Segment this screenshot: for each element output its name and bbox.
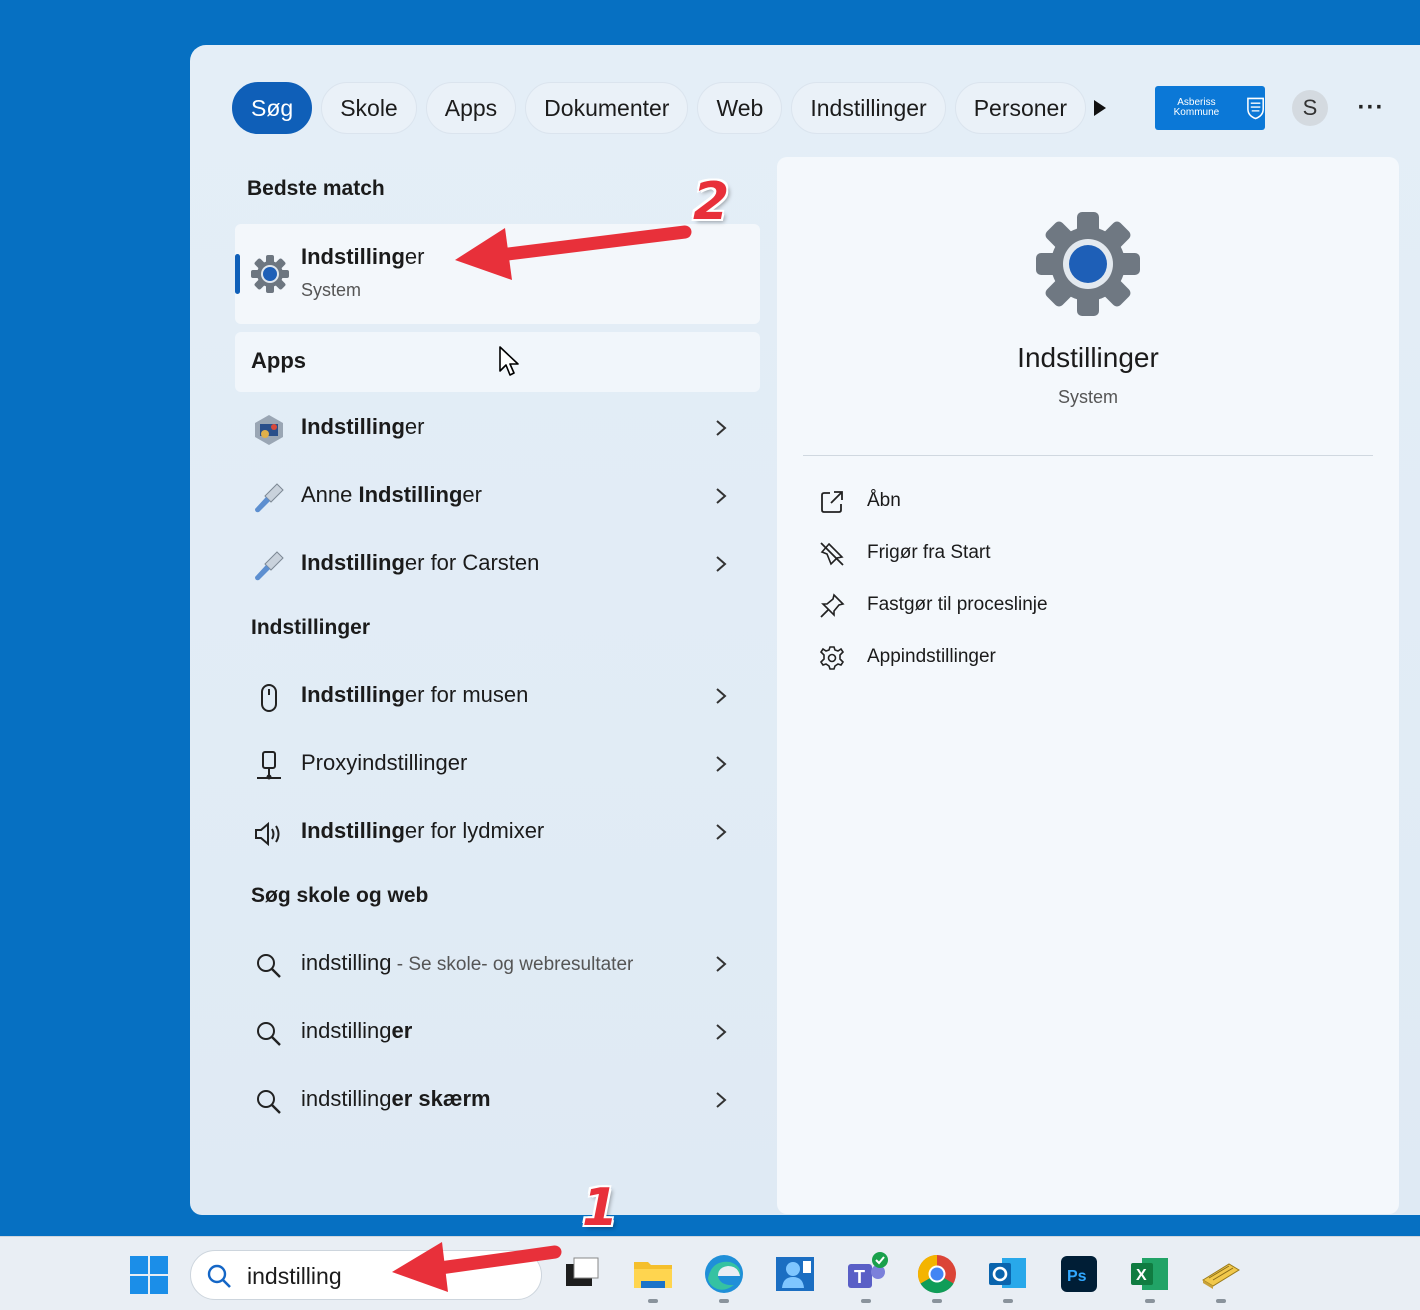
annotation-arrow-1 (392, 1242, 562, 1292)
annotation-step-1: 1 (582, 1178, 619, 1238)
annotation-step-2: 2 (693, 172, 730, 232)
annotation-arrow-2 (455, 225, 692, 280)
